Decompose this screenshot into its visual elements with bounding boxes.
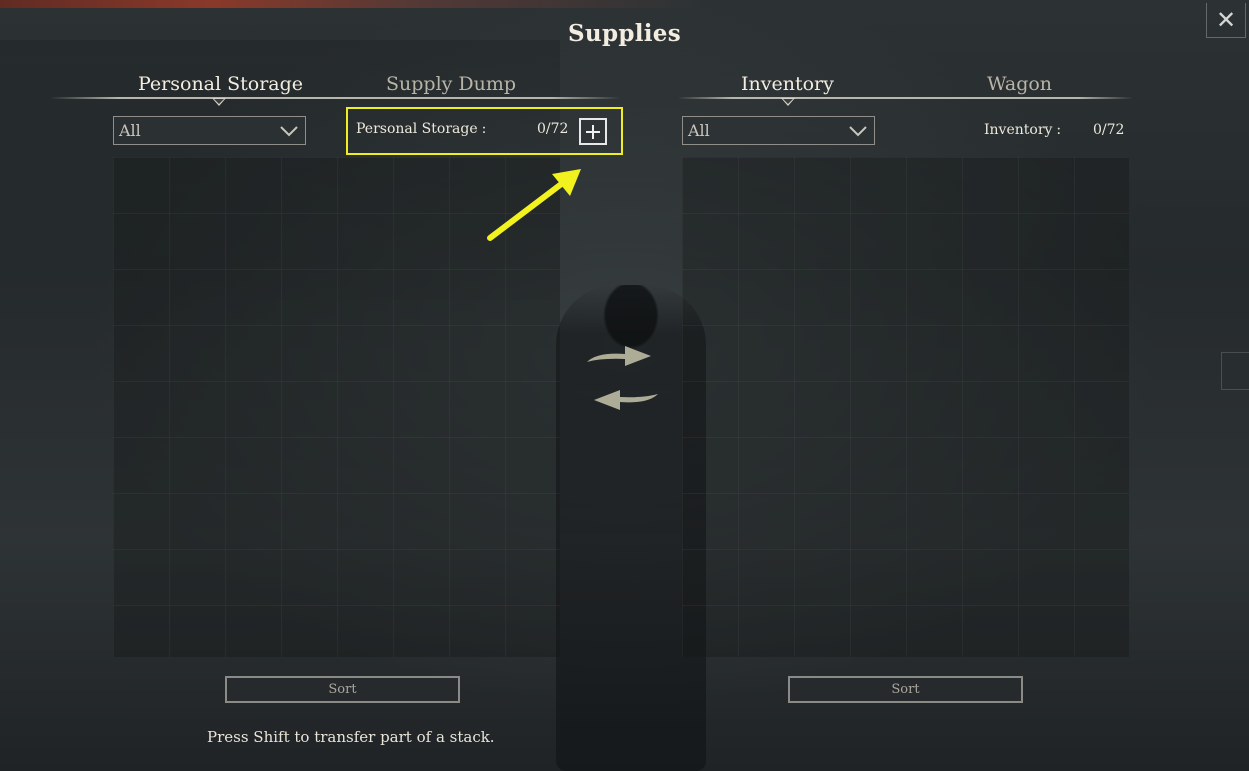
window-title: Supplies (568, 20, 681, 47)
right-category-filter[interactable]: All (682, 116, 875, 145)
left-tab-divider (50, 97, 620, 99)
chevron-down-icon (280, 125, 298, 136)
personal-storage-capacity-label: Personal Storage: (356, 121, 486, 137)
tab-personal-storage[interactable]: Personal Storage (138, 73, 303, 95)
tab-inventory[interactable]: Inventory (741, 73, 834, 95)
close-icon: ✕ (1215, 6, 1237, 34)
counter-label: Personal Storage (356, 121, 478, 137)
inventory-capacity-value: 0/72 (1093, 122, 1125, 138)
counter-separator: : (1056, 122, 1062, 138)
game-screen: Supplies ✕ Personal Storage Supply Dump … (0, 0, 1249, 771)
counter-separator: : (481, 121, 487, 137)
plus-icon (586, 124, 600, 139)
background-scene-banner (0, 0, 700, 8)
personal-storage-capacity-value: 0/72 (537, 121, 569, 137)
arrow-left-icon[interactable] (590, 386, 660, 414)
tab-supply-dump[interactable]: Supply Dump (386, 73, 516, 95)
arrow-right-icon[interactable] (585, 342, 655, 370)
inventory-item-grid[interactable] (682, 157, 1129, 657)
inventory-capacity-label: Inventory: (984, 122, 1061, 138)
left-sort-button[interactable]: Sort (225, 676, 460, 703)
tab-wagon[interactable]: Wagon (987, 73, 1052, 95)
expand-storage-button[interactable] (579, 118, 607, 145)
close-button[interactable]: ✕ (1206, 3, 1246, 38)
pointer-arrow-icon (487, 169, 581, 241)
transfer-hint-text: Press Shift to transfer part of a stack. (207, 728, 495, 746)
left-category-filter[interactable]: All (113, 116, 306, 145)
right-sort-button[interactable]: Sort (788, 676, 1023, 703)
right-filter-value: All (688, 121, 710, 140)
side-panel-handle[interactable] (1221, 352, 1249, 390)
active-tab-indicator-icon (781, 98, 795, 106)
left-filter-value: All (119, 121, 141, 140)
counter-label: Inventory (984, 122, 1053, 138)
chevron-down-icon (849, 125, 867, 136)
right-tab-divider (678, 97, 1133, 99)
active-tab-indicator-icon (212, 98, 226, 106)
